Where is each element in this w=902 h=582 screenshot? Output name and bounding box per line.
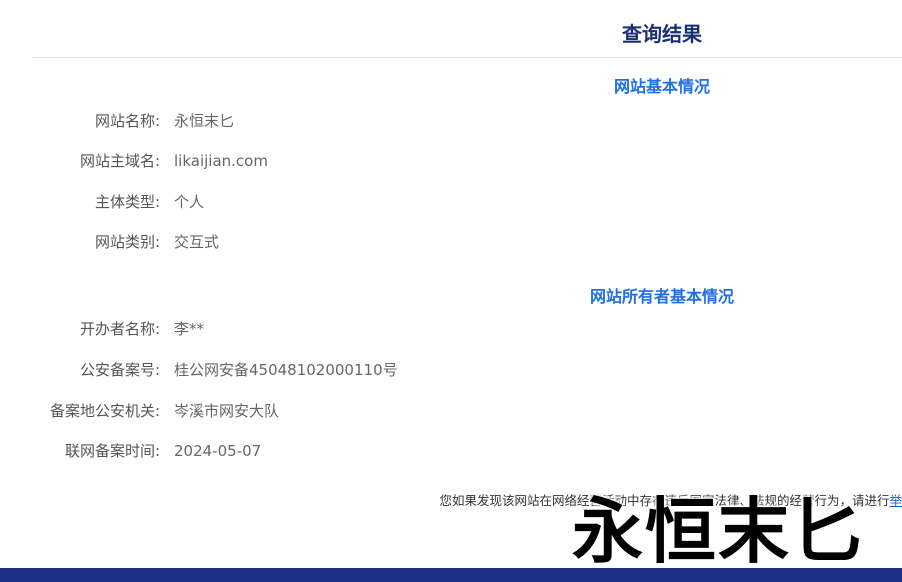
filing-date-row: 联网备案时间: 2024-05-07 xyxy=(0,440,700,462)
title-divider xyxy=(32,57,902,58)
watermark-text: 永恒末匕 xyxy=(572,490,865,573)
site-domain-value: likaijian.com xyxy=(174,152,268,170)
site-name-row: 网站名称: 永恒末匕 xyxy=(0,110,700,132)
site-info-heading: 网站基本情况 xyxy=(613,77,710,96)
site-name-value: 永恒末匕 xyxy=(174,112,235,130)
filing-authority-value: 岑溪市网安大队 xyxy=(174,402,280,420)
filing-date-label: 联网备案时间: xyxy=(64,442,160,460)
site-name-label: 网站名称: xyxy=(94,112,160,130)
site-category-label: 网站类别: xyxy=(94,233,160,251)
entity-type-row: 主体类型: 个人 xyxy=(0,191,700,213)
site-category-row: 网站类别: 交互式 xyxy=(0,231,700,253)
footer-bar xyxy=(0,568,902,582)
filing-date-value: 2024-05-07 xyxy=(174,442,262,460)
security-filing-number-row: 公安备案号: 桂公网安备45048102000110号 xyxy=(0,359,700,381)
security-filing-number-value: 桂公网安备45048102000110号 xyxy=(174,361,398,379)
filing-authority-row: 备案地公安机关: 岑溪市网安大队 xyxy=(0,400,700,422)
site-domain-label: 网站主域名: xyxy=(79,152,160,170)
site-domain-row: 网站主域名: likaijian.com xyxy=(0,150,700,172)
page-title: 查询结果 xyxy=(622,22,702,46)
organizer-name-row: 开办者名称: 李** xyxy=(0,318,700,340)
report-link[interactable]: 举 xyxy=(889,493,902,508)
entity-type-value: 个人 xyxy=(174,193,205,211)
filing-authority-label: 备案地公安机关: xyxy=(49,402,160,420)
security-filing-number-label: 公安备案号: xyxy=(79,361,160,379)
owner-info-heading: 网站所有者基本情况 xyxy=(589,287,734,306)
site-category-value: 交互式 xyxy=(174,233,220,251)
entity-type-label: 主体类型: xyxy=(94,193,160,211)
organizer-name-label: 开办者名称: xyxy=(79,320,160,338)
organizer-name-value: 李** xyxy=(174,320,205,338)
